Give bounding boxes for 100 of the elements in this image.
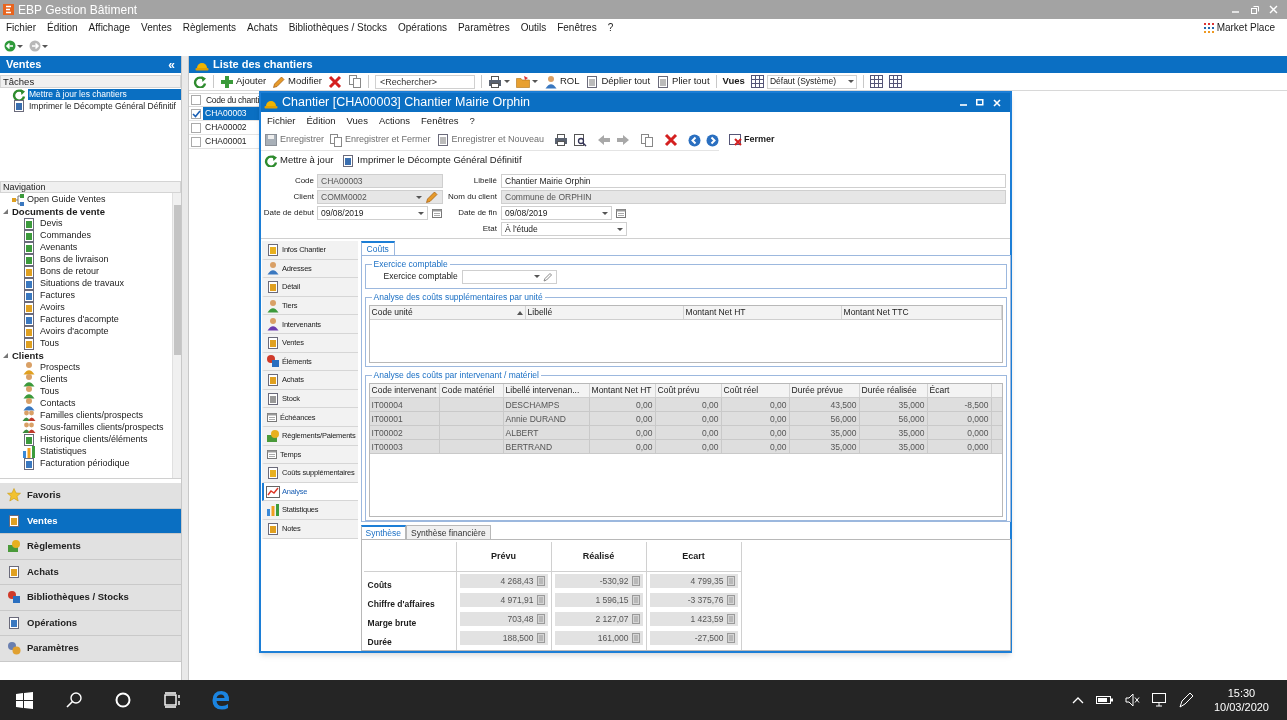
menu-item[interactable]: Fichier bbox=[6, 20, 36, 35]
column-header[interactable]: Écart bbox=[927, 384, 992, 397]
refresh-button[interactable] bbox=[193, 75, 207, 88]
column-header[interactable]: Code unité bbox=[369, 306, 526, 319]
collapse-all-button[interactable]: Plier tout bbox=[656, 74, 710, 89]
clock-time[interactable]: 15:30 bbox=[1227, 686, 1256, 700]
export-button[interactable] bbox=[515, 74, 538, 89]
print-button[interactable] bbox=[554, 133, 569, 147]
menu-item[interactable]: ? bbox=[607, 20, 614, 35]
dropdown[interactable]: À l'étude bbox=[501, 222, 627, 236]
battery-icon[interactable] bbox=[1095, 694, 1113, 706]
tree-item[interactable]: Tous bbox=[40, 337, 59, 351]
task-view-icon[interactable] bbox=[163, 692, 180, 708]
tree-item[interactable]: Situations de travaux bbox=[40, 277, 125, 291]
tree-item[interactable]: Familles clients/prospects bbox=[40, 409, 144, 423]
tree-item[interactable]: Open Guide Ventes bbox=[27, 193, 106, 207]
muted-speaker-icon[interactable] bbox=[1124, 693, 1140, 707]
menu-item[interactable]: Édition bbox=[47, 20, 78, 35]
column-header[interactable]: Code matériel bbox=[439, 384, 504, 397]
tree-item[interactable]: Avoirs d'acompte bbox=[40, 325, 109, 339]
column-header[interactable]: Coût réel bbox=[721, 384, 790, 397]
market-place-link[interactable]: Market Place bbox=[1216, 20, 1275, 35]
tree-item[interactable]: Tous bbox=[40, 385, 59, 399]
tree-item[interactable]: Factures bbox=[40, 289, 75, 303]
menu-item[interactable]: Fichier bbox=[267, 113, 296, 129]
module-button[interactable]: Achats bbox=[0, 559, 181, 585]
expand-all-button[interactable]: Déplier tout bbox=[585, 74, 651, 89]
tree-item[interactable]: Avenants bbox=[40, 241, 78, 255]
date-field[interactable]: 09/08/2019 bbox=[501, 206, 612, 220]
next-button[interactable] bbox=[706, 133, 720, 147]
date-field[interactable]: 09/08/2019 bbox=[317, 206, 428, 220]
module-button[interactable]: Ventes bbox=[0, 508, 181, 534]
column-header[interactable]: Montant Net HT bbox=[683, 306, 842, 319]
table-settings-button[interactable] bbox=[869, 75, 883, 88]
summary-tab[interactable]: Synthèse bbox=[360, 525, 406, 539]
module-button[interactable]: Opérations bbox=[0, 610, 181, 636]
clock-date[interactable]: 10/03/2020 bbox=[1213, 700, 1269, 714]
copy-button[interactable] bbox=[347, 74, 362, 89]
tree-group[interactable]: Clients bbox=[12, 348, 44, 364]
tree-item[interactable]: Historique clients/éléments bbox=[40, 433, 148, 447]
menu-item[interactable]: Bibliothèques / Stocks bbox=[288, 20, 388, 35]
expanded-arrow-icon[interactable] bbox=[3, 209, 9, 215]
update-button[interactable]: Mettre à jour bbox=[264, 153, 334, 168]
module-button[interactable]: Favoris bbox=[0, 483, 181, 509]
print-button[interactable] bbox=[487, 74, 510, 89]
checkbox[interactable] bbox=[191, 95, 201, 105]
print-statement-button[interactable]: Imprimer le Décompte Général Définitif bbox=[341, 153, 522, 168]
delete-button[interactable] bbox=[327, 74, 342, 89]
checkbox[interactable] bbox=[191, 136, 201, 147]
search-icon[interactable] bbox=[65, 692, 82, 708]
copy-button[interactable] bbox=[640, 132, 655, 148]
table-cell[interactable]: CHA00002 bbox=[203, 121, 259, 134]
maximize-icon[interactable] bbox=[976, 99, 984, 106]
column-header[interactable]: Libellé bbox=[525, 306, 684, 319]
view-dropdown[interactable]: Défaut (Système) bbox=[766, 74, 857, 89]
menu-item[interactable]: ? bbox=[469, 113, 475, 129]
table-cell[interactable]: CHA00003 bbox=[203, 107, 259, 120]
search-field[interactable]: <Rechercher> bbox=[374, 74, 475, 89]
forward-button[interactable] bbox=[29, 40, 48, 52]
menu-item[interactable]: Fenêtres bbox=[421, 113, 459, 129]
task-link[interactable]: Mettre à jour les chantiers bbox=[28, 88, 181, 100]
back-button[interactable] bbox=[4, 40, 23, 52]
browser-icon[interactable] bbox=[210, 690, 231, 710]
menu-item[interactable]: Fenêtres bbox=[557, 20, 597, 35]
menu-item[interactable]: Édition bbox=[306, 113, 336, 129]
menu-item[interactable]: Règlements bbox=[182, 20, 237, 35]
delete-button[interactable] bbox=[664, 133, 679, 147]
table-export-button[interactable] bbox=[888, 75, 902, 88]
content-tab[interactable]: Coûts bbox=[360, 241, 395, 255]
column-header[interactable]: Montant Net HT bbox=[589, 384, 656, 397]
scrollbar[interactable] bbox=[172, 193, 181, 478]
checkbox[interactable] bbox=[191, 108, 201, 119]
column-header[interactable]: Code intervenant bbox=[369, 384, 440, 397]
close-icon[interactable] bbox=[993, 98, 1001, 107]
module-button[interactable]: Règlements bbox=[0, 534, 181, 560]
column-header[interactable]: Libellé intervenan... bbox=[503, 384, 590, 397]
summary-tab[interactable]: Synthèse financière bbox=[406, 525, 491, 539]
menu-item[interactable]: Achats bbox=[247, 20, 278, 35]
menu-item[interactable]: Opérations bbox=[398, 20, 447, 35]
preview-button[interactable] bbox=[573, 133, 588, 147]
tree-item[interactable]: Factures d'acompte bbox=[40, 313, 119, 327]
pen-icon[interactable] bbox=[1177, 692, 1194, 708]
text-field[interactable]: Chantier Mairie Orphin bbox=[501, 174, 1006, 188]
menu-item[interactable]: Paramètres bbox=[457, 20, 510, 35]
tree-item[interactable]: Prospects bbox=[40, 361, 81, 375]
tree-item[interactable]: Clients bbox=[40, 373, 68, 387]
tree-item[interactable]: Sous-familles clients/prospects bbox=[40, 421, 164, 435]
add-button[interactable]: Ajouter bbox=[220, 74, 267, 89]
menu-item[interactable]: Vues bbox=[346, 113, 368, 129]
module-button[interactable]: Bibliothèques / Stocks bbox=[0, 585, 181, 611]
close-window-button[interactable]: Fermer bbox=[729, 133, 775, 147]
chevron-up-icon[interactable] bbox=[1071, 695, 1084, 705]
tree-item[interactable]: Avoirs bbox=[40, 301, 65, 315]
module-button[interactable]: Paramètres bbox=[0, 636, 181, 662]
tree-item[interactable]: Statistiques bbox=[40, 445, 87, 459]
scrollbar-thumb[interactable] bbox=[173, 205, 181, 355]
expanded-arrow-icon[interactable] bbox=[3, 353, 9, 359]
column-header[interactable]: Durée prévue bbox=[789, 384, 860, 397]
tree-group[interactable]: Documents de vente bbox=[12, 204, 105, 220]
previous-button[interactable] bbox=[688, 133, 702, 147]
